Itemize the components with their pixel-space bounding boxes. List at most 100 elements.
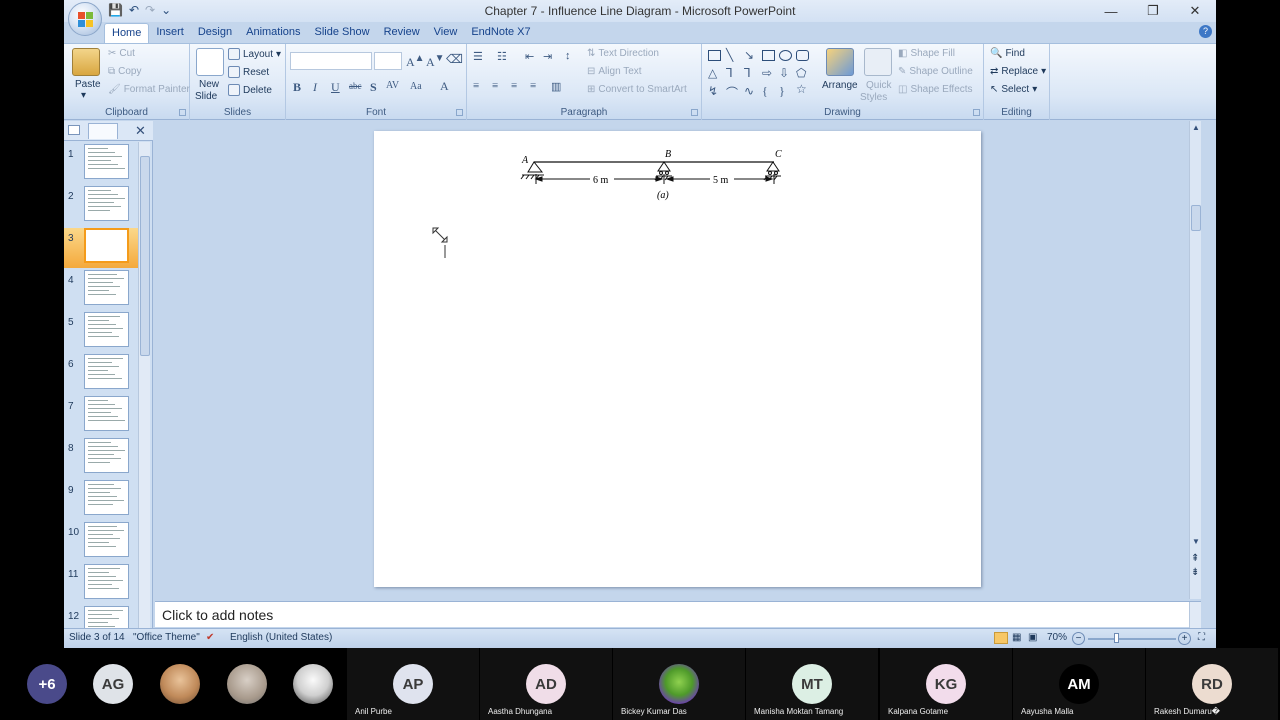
rounded-rect-shape-icon[interactable]	[796, 50, 809, 61]
align-right-icon[interactable]: ≡	[511, 80, 517, 92]
slide-thumbnail[interactable]: 10	[64, 522, 142, 562]
sorter-view-icon[interactable]: ▦	[1012, 632, 1021, 643]
pentagon-shape-icon[interactable]: ⬠	[796, 66, 806, 81]
more-participants-badge[interactable]: +6	[27, 664, 67, 704]
grow-font-icon[interactable]: A▲	[406, 53, 425, 70]
replace-button[interactable]: ⇄ Replace ▾	[990, 66, 1046, 77]
clipboard-launcher-icon[interactable]	[179, 109, 186, 116]
freeform-shape-icon[interactable]: ↯	[708, 84, 718, 99]
font-color-icon[interactable]: A	[440, 79, 449, 94]
zoom-in-icon[interactable]: +	[1178, 632, 1191, 645]
rectangle-shape-icon[interactable]	[762, 50, 775, 61]
convert-smartart-button[interactable]: ⊞ Convert to SmartArt	[587, 84, 687, 95]
thumbnail-scrollbar[interactable]	[138, 142, 150, 629]
arrange-icon[interactable]	[826, 48, 854, 76]
zoom-slider-thumb[interactable]	[1114, 633, 1119, 643]
tab-slide-show[interactable]: Slide Show	[308, 23, 377, 43]
thumbnail-scroll-thumb[interactable]	[140, 156, 150, 356]
font-name-box[interactable]	[290, 52, 372, 70]
font-launcher-icon[interactable]	[456, 109, 463, 116]
find-button[interactable]: 🔍 Find	[990, 48, 1025, 59]
participant-avatar-ag[interactable]: AG	[93, 664, 133, 704]
current-slide[interactable]: A B C 6 m 5 m (a)	[374, 131, 981, 587]
quick-styles-button[interactable]: Quick	[866, 80, 892, 91]
participant-photo-2[interactable]	[227, 664, 267, 704]
tab-insert[interactable]: Insert	[149, 23, 191, 43]
down-arrow-shape-icon[interactable]: ⇩	[779, 66, 789, 81]
italic-icon[interactable]: I	[313, 80, 317, 95]
notes-scrollbar[interactable]	[1189, 602, 1201, 628]
tab-review[interactable]: Review	[377, 23, 427, 43]
tab-design[interactable]: Design	[191, 23, 239, 43]
zoom-slider-track[interactable]	[1088, 638, 1176, 640]
align-text-button[interactable]: ⊟ Align Text	[587, 66, 642, 77]
spell-check-icon[interactable]: ✔	[206, 632, 214, 643]
quick-styles-label[interactable]: Styles	[860, 92, 887, 103]
shape-effects-button[interactable]: ◫ Shape Effects	[898, 84, 973, 95]
brace-left-shape-icon[interactable]: {	[762, 84, 768, 99]
slide-thumbnail[interactable]: 6	[64, 354, 142, 394]
line-shape-icon[interactable]: ╲	[726, 48, 733, 63]
slide-scrollbar[interactable]: ▲ ▼ ⇞ ⇟	[1189, 121, 1201, 599]
language-indicator[interactable]: English (United States)	[230, 632, 332, 643]
theme-name[interactable]: "Office Theme"	[133, 632, 200, 643]
decrease-indent-icon[interactable]: ⇤	[525, 50, 534, 63]
quick-styles-icon[interactable]	[864, 48, 892, 76]
slide-thumbnail[interactable]: 3	[64, 228, 142, 268]
slide-thumbnail[interactable]: 9	[64, 480, 142, 520]
line-spacing-icon[interactable]: ↕	[565, 50, 571, 62]
font-size-box[interactable]	[374, 52, 402, 70]
outline-tab[interactable]	[88, 123, 118, 139]
slide-thumbnail[interactable]: 1	[64, 144, 142, 184]
paragraph-launcher-icon[interactable]	[691, 109, 698, 116]
format-painter-button[interactable]: 🖌 Format Painter	[108, 84, 190, 95]
slide-thumbnail[interactable]: 8	[64, 438, 142, 478]
spacing-icon[interactable]: AV	[386, 80, 399, 91]
paste-icon[interactable]	[72, 48, 100, 76]
participant-photo-3[interactable]	[293, 664, 333, 704]
scroll-up-icon[interactable]: ▲	[1192, 123, 1200, 132]
copy-button[interactable]: ⧉ Copy	[108, 66, 142, 77]
bold-icon[interactable]: B	[293, 80, 301, 95]
next-slide-icon[interactable]: ⇟	[1191, 567, 1199, 578]
underline-icon[interactable]: U	[331, 80, 340, 95]
layout-button[interactable]: Layout ▾	[228, 48, 281, 60]
scroll-down-icon[interactable]: ▼	[1192, 537, 1200, 546]
paste-button[interactable]: Paste	[75, 79, 101, 90]
shapes-gallery[interactable]: ╲ ↘ △ ⅂ ⅂ ⇨ ⇩ ⬠ ↯ ⌒ ∿ { } ☆	[706, 48, 818, 104]
elbow-shape-icon[interactable]: ⅂	[744, 66, 751, 81]
brace-right-shape-icon[interactable]: }	[779, 84, 785, 99]
star-shape-icon[interactable]: ☆	[796, 82, 807, 97]
participant-avatar[interactable]: MT	[792, 664, 832, 704]
slide-thumbnail[interactable]: 11	[64, 564, 142, 604]
slides-tab-icon[interactable]	[68, 125, 80, 135]
slide-thumbnail[interactable]: 2	[64, 186, 142, 226]
participant-photo-1[interactable]	[160, 664, 200, 704]
participant-avatar[interactable]: AP	[393, 664, 433, 704]
columns-icon[interactable]: ▥	[551, 80, 561, 93]
oval-shape-icon[interactable]	[779, 50, 792, 61]
right-arrow-shape-icon[interactable]: ⇨	[762, 66, 772, 81]
cut-button[interactable]: ✂ Cut	[108, 48, 135, 59]
triangle-shape-icon[interactable]: △	[708, 66, 717, 81]
new-slide-label[interactable]: Slide	[195, 91, 217, 102]
align-center-icon[interactable]: ≡	[492, 80, 498, 92]
select-button[interactable]: ↖ Select ▾	[990, 84, 1037, 95]
participant-avatar[interactable]: AD	[526, 664, 566, 704]
help-icon[interactable]: ?	[1199, 25, 1212, 38]
textbox-shape-icon[interactable]	[708, 50, 721, 61]
clear-format-icon[interactable]: ⌫	[446, 52, 463, 67]
reset-button[interactable]: Reset	[228, 66, 269, 78]
strikethrough-icon[interactable]: abc	[349, 81, 362, 91]
new-slide-button[interactable]: New	[199, 79, 219, 90]
participant-avatar[interactable]: KG	[926, 664, 966, 704]
arrange-button[interactable]: Arrange	[822, 80, 858, 91]
numbering-icon[interactable]: ☷	[497, 50, 507, 63]
normal-view-icon[interactable]	[994, 632, 1008, 644]
bullets-icon[interactable]: ☰	[473, 50, 483, 63]
fit-to-window-icon[interactable]: ⛶	[1198, 632, 1205, 643]
connector-shape-icon[interactable]: ⅂	[726, 66, 733, 81]
shrink-font-icon[interactable]: A▼	[426, 53, 445, 70]
participant-avatar[interactable]	[659, 664, 699, 704]
tab-home[interactable]: Home	[104, 23, 150, 43]
